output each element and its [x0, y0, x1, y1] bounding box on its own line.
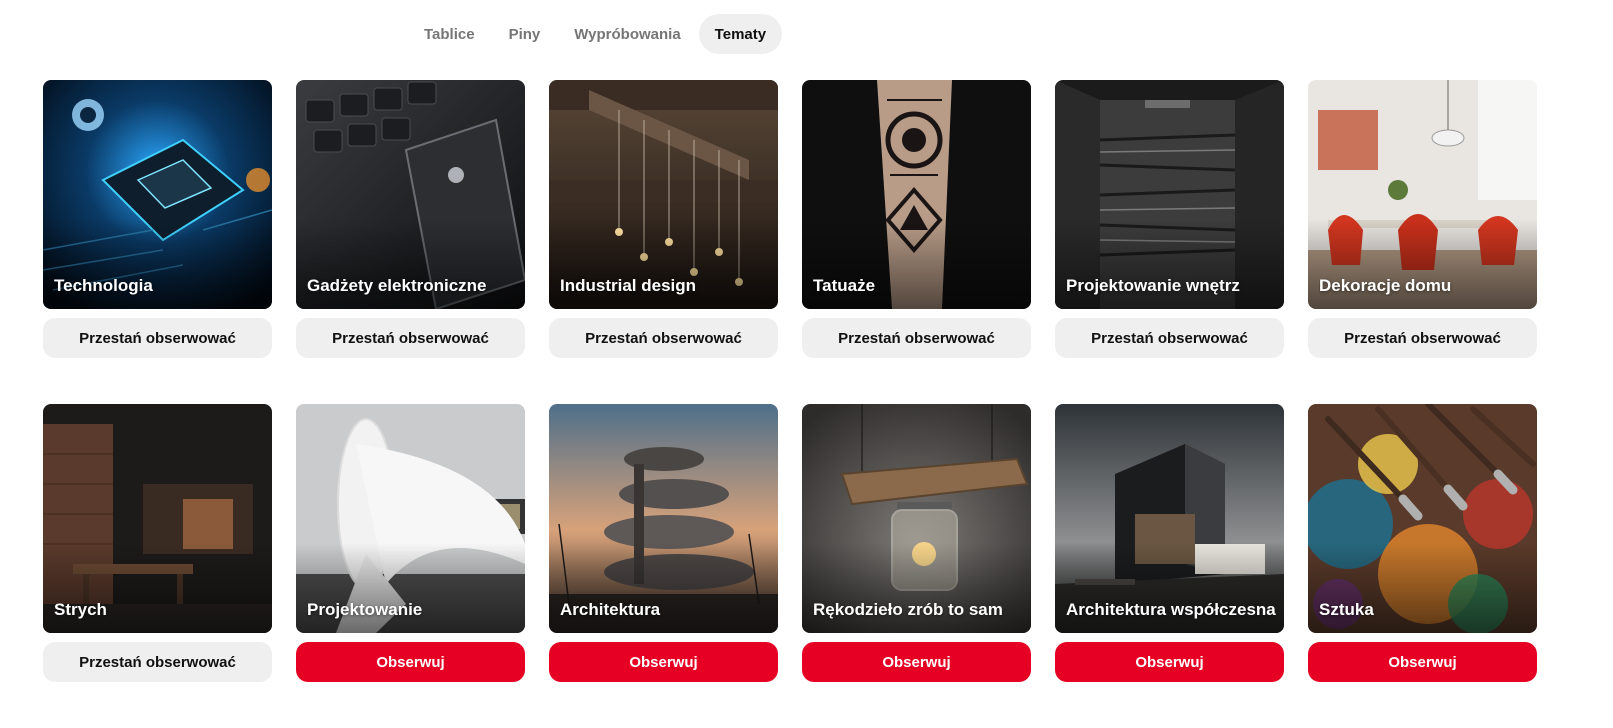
tab-piny[interactable]: Piny	[493, 14, 557, 54]
follow-button[interactable]: Obserwuj	[1055, 642, 1284, 682]
unfollow-button[interactable]: Przestań obserwować	[549, 318, 778, 358]
topic-card: Projektowanie wnętrz Przestań obserwować	[1055, 80, 1284, 358]
topic-name: Gadżety elektroniczne	[307, 276, 487, 295]
follow-button[interactable]: Obserwuj	[296, 642, 525, 682]
tab-tematy[interactable]: Tematy	[698, 14, 783, 54]
topic-name: Projektowanie	[307, 600, 423, 619]
topic-thumbnail[interactable]: Technologia	[43, 80, 272, 309]
topic-name: Strych	[54, 600, 107, 619]
topic-thumbnail[interactable]: Tatuaże	[802, 80, 1031, 309]
topic-name: Architektura współczesna	[1066, 600, 1276, 619]
topic-name: Architektura	[560, 600, 661, 619]
unfollow-button[interactable]: Przestań obserwować	[296, 318, 525, 358]
unfollow-button[interactable]: Przestań obserwować	[1055, 318, 1284, 358]
follow-button[interactable]: Obserwuj	[802, 642, 1031, 682]
topic-thumbnail[interactable]: Projektowanie wnętrz	[1055, 80, 1284, 309]
topic-card: Architektura współczesna Obserwuj	[1055, 404, 1284, 682]
unfollow-button[interactable]: Przestań obserwować	[1308, 318, 1537, 358]
topic-thumbnail[interactable]: Dekoracje domu	[1308, 80, 1537, 309]
unfollow-button[interactable]: Przestań obserwować	[802, 318, 1031, 358]
topic-thumbnail[interactable]: Industrial design	[549, 80, 778, 309]
topic-card: Sztuka Obserwuj	[1308, 404, 1537, 682]
topic-name: Industrial design	[560, 276, 697, 295]
topic-name: Rękodzieło zrób to sam	[813, 600, 1003, 619]
topic-thumbnail[interactable]: Rękodzieło zrób to sam	[802, 404, 1031, 633]
follow-button[interactable]: Obserwuj	[549, 642, 778, 682]
topics-grid: Technologia Przestań obserwować Gadżety …	[43, 80, 1537, 682]
topic-thumbnail[interactable]: Projektowanie	[296, 404, 525, 633]
topic-name: Projektowanie wnętrz	[1066, 276, 1240, 295]
unfollow-button[interactable]: Przestań obserwować	[43, 318, 272, 358]
unfollow-button[interactable]: Przestań obserwować	[43, 642, 272, 682]
topic-thumbnail[interactable]: Architektura współczesna	[1055, 404, 1284, 633]
topic-thumbnail[interactable]: Architektura	[549, 404, 778, 633]
topic-card: Strych Przestań obserwować	[43, 404, 272, 682]
topic-thumbnail[interactable]: Sztuka	[1308, 404, 1537, 633]
topic-card: Gadżety elektroniczne Przestań obserwowa…	[296, 80, 525, 358]
topic-thumbnail[interactable]: Gadżety elektroniczne	[296, 80, 525, 309]
topic-card: Architektura Obserwuj	[549, 404, 778, 682]
topic-name: Sztuka	[1319, 600, 1374, 619]
topic-name: Dekoracje domu	[1319, 276, 1452, 295]
topic-card: Rękodzieło zrób to sam Obserwuj	[802, 404, 1031, 682]
tab-tablice[interactable]: Tablice	[408, 14, 491, 54]
topic-card: Projektowanie Obserwuj	[296, 404, 525, 682]
follow-button[interactable]: Obserwuj	[1308, 642, 1537, 682]
topic-card: Tatuaże Przestań obserwować	[802, 80, 1031, 358]
topic-name: Technologia	[54, 276, 153, 295]
profile-tabs: Tablice Piny Wypróbowania Tematy	[408, 14, 783, 54]
topic-card: Industrial design Przestań obserwować	[549, 80, 778, 358]
topic-card: Dekoracje domu Przestań obserwować	[1308, 80, 1537, 358]
tab-wyprobowania[interactable]: Wypróbowania	[558, 14, 696, 54]
topic-card: Technologia Przestań obserwować	[43, 80, 272, 358]
topic-thumbnail[interactable]: Strych	[43, 404, 272, 633]
topic-name: Tatuaże	[813, 276, 876, 295]
